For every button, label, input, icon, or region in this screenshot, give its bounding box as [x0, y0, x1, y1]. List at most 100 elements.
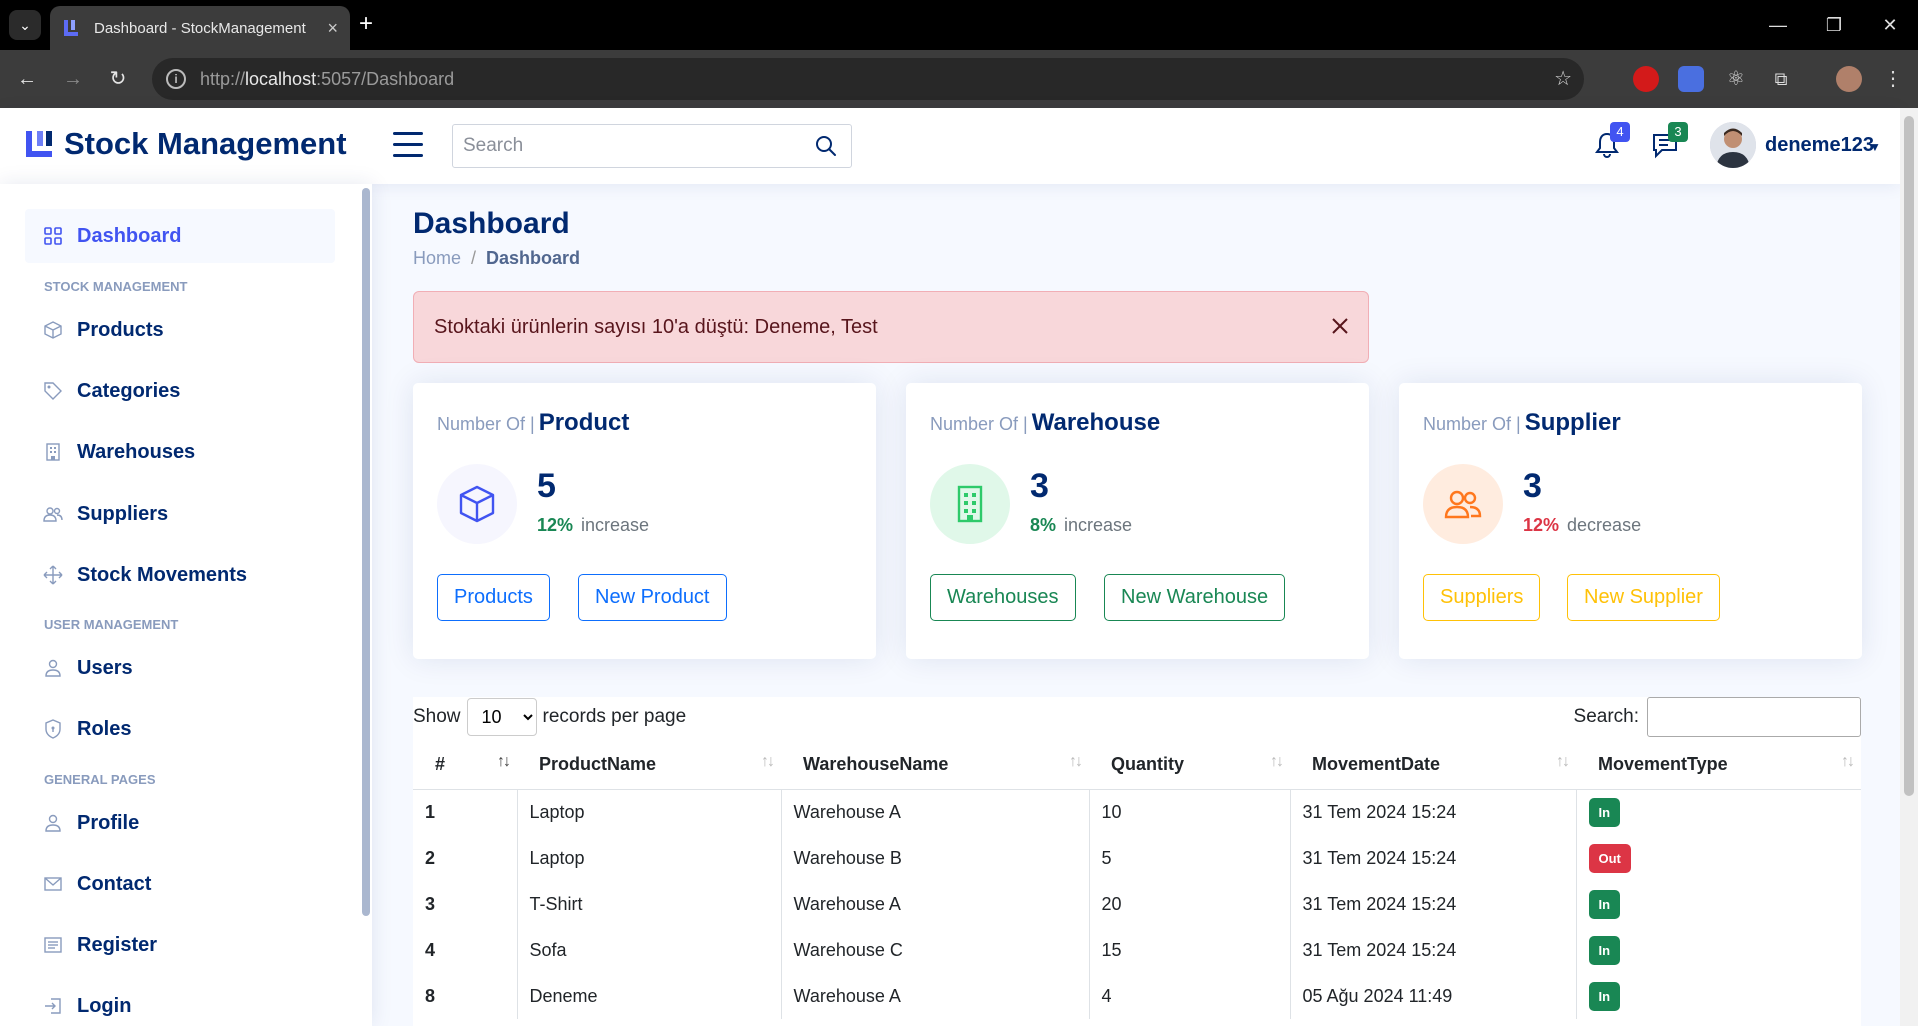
sort-arrows-icon[interactable]: ↑↓: [497, 753, 511, 771]
search-input[interactable]: [453, 125, 851, 167]
close-window-icon[interactable]: ✕: [1870, 10, 1910, 40]
box-icon: [44, 321, 62, 339]
extension-red-icon[interactable]: [1633, 66, 1659, 92]
sort-arrows-icon[interactable]: ↑↓: [761, 753, 775, 771]
tab-search-button[interactable]: ⌄: [9, 10, 41, 40]
column-header[interactable]: # ↑↓: [413, 741, 517, 790]
shield-icon: [45, 719, 61, 739]
forward-arrow-icon[interactable]: →: [58, 64, 88, 94]
sidebar-item-roles[interactable]: Roles: [25, 702, 335, 756]
table-cell: 2: [425, 847, 436, 868]
page-scrollbar-thumb[interactable]: [1904, 116, 1914, 796]
extensions-puzzle-icon[interactable]: ⧉: [1768, 66, 1794, 92]
notifications-bell-icon[interactable]: 4: [1592, 122, 1630, 160]
sidebar-scrollbar[interactable]: [362, 188, 370, 916]
card-title: Number Of | Product: [437, 409, 630, 436]
card-value: 3: [1030, 467, 1049, 505]
page-size-select[interactable]: 10: [466, 698, 537, 736]
address-bar[interactable]: i http://localhost:5057/Dashboard ☆: [152, 58, 1584, 100]
products-button[interactable]: Products: [437, 574, 550, 621]
browser-toolbar: ← → ↻ i http://localhost:5057/Dashboard …: [0, 50, 1918, 108]
column-header[interactable]: ProductName ↑↓: [517, 741, 781, 790]
user-dropdown-caret-icon[interactable]: ▼: [1869, 140, 1881, 154]
avatar[interactable]: [1710, 122, 1756, 168]
sidebar-item-register[interactable]: Register: [25, 918, 335, 972]
person-icon: [45, 659, 61, 677]
new-supplier-button[interactable]: New Supplier: [1567, 574, 1720, 621]
movement-type-badge: Out: [1588, 843, 1631, 873]
translate-extension-icon[interactable]: [1678, 66, 1704, 92]
table-cell: Deneme: [516, 973, 781, 1019]
show-label: Show: [413, 706, 461, 727]
table-cell: 1: [425, 801, 436, 822]
breadcrumb-home[interactable]: Home: [413, 248, 461, 269]
browser-tab-dashboard[interactable]: Dashboard - StockManagement ×: [50, 6, 350, 50]
suppliers-button[interactable]: Suppliers: [1423, 574, 1541, 621]
grid-icon: [44, 227, 62, 245]
bookmark-star-icon[interactable]: ☆: [1554, 66, 1572, 91]
sort-arrows-icon[interactable]: ↑↓: [1069, 753, 1083, 771]
user-name[interactable]: deneme123: [1765, 134, 1874, 157]
app-favicon-icon: [64, 20, 78, 36]
column-header[interactable]: MovementType ↑↓: [1576, 741, 1861, 790]
close-icon[interactable]: [1330, 316, 1350, 336]
alert-message: Stoktaki ürünlerin sayısı 10'a düştü: De…: [434, 315, 878, 338]
back-arrow-icon[interactable]: ←: [12, 64, 42, 94]
sidebar-heading-stock: STOCK MANAGEMENT: [44, 279, 188, 294]
sidebar-item-contact[interactable]: Contact: [25, 857, 335, 911]
building-icon: [46, 443, 60, 461]
table-cell: 3: [425, 893, 436, 914]
sidebar-item-label: Suppliers: [77, 502, 169, 525]
sidebar-toggle-icon[interactable]: [393, 132, 423, 158]
sidebar-item-profile[interactable]: Profile: [25, 796, 335, 850]
table-search-input[interactable]: [1647, 697, 1861, 737]
sidebar-heading-general: GENERAL PAGES: [44, 772, 156, 787]
table-cell: Laptop: [516, 835, 781, 881]
site-info-icon[interactable]: i: [166, 69, 186, 89]
sidebar-item-dashboard[interactable]: Dashboard: [25, 209, 335, 263]
sidebar-item-stock-movements[interactable]: Stock Movements: [25, 548, 335, 602]
supplier-count-card: Number Of | Supplier 3 12% decrease Suppli…: [1399, 383, 1862, 659]
table-search-label: Search:: [1573, 706, 1639, 727]
brand-logo[interactable]: Stock Management: [24, 126, 347, 162]
sort-arrows-icon[interactable]: ↑↓: [1841, 753, 1855, 771]
sidebar-item-categories[interactable]: Categories: [25, 364, 335, 418]
sort-arrows-icon[interactable]: ↑↓: [1556, 753, 1570, 771]
restore-icon[interactable]: ❐: [1814, 10, 1854, 40]
new-warehouse-button[interactable]: New Warehouse: [1104, 574, 1286, 621]
messages-chat-icon[interactable]: 3: [1650, 122, 1688, 160]
browser-profile-icon[interactable]: [1836, 66, 1862, 92]
column-header[interactable]: MovementDate ↑↓: [1290, 741, 1576, 790]
movement-type-badge: In: [1588, 889, 1621, 919]
card-title: Number Of | Supplier: [1423, 409, 1621, 436]
reload-icon[interactable]: ↻: [103, 64, 133, 94]
sidebar-item-warehouses[interactable]: Warehouses: [25, 425, 335, 479]
sidebar-item-suppliers[interactable]: Suppliers: [25, 487, 335, 541]
envelope-icon: [44, 877, 62, 891]
sidebar-item-users[interactable]: Users: [25, 641, 335, 695]
table-cell: Warehouse A: [780, 973, 1089, 1019]
column-header-label: ProductName: [539, 754, 657, 775]
page-scrollbar[interactable]: [1900, 108, 1918, 1026]
sidebar-item-products[interactable]: Products: [25, 303, 335, 357]
table-cell: T-Shirt: [516, 881, 781, 927]
column-header[interactable]: WarehouseName ↑↓: [781, 741, 1089, 790]
records-label: records per page: [542, 706, 687, 727]
sort-arrows-icon[interactable]: ↑↓: [1270, 753, 1284, 771]
table-row: 4 Sofa Warehouse C 15 31 Tem 2024 15:24 In: [413, 927, 1861, 973]
sidebar-item-label: Stock Movements: [77, 563, 248, 586]
browser-tabbar: ⌄ Dashboard - StockManagement × + — ❐ ✕: [0, 0, 1918, 50]
new-product-button[interactable]: New Product: [578, 574, 727, 621]
browser-menu-icon[interactable]: ⋮: [1880, 66, 1906, 92]
column-header[interactable]: Quantity ↑↓: [1089, 741, 1290, 790]
table-row: 1 Laptop Warehouse A 10 31 Tem 2024 15:24 In: [413, 789, 1861, 835]
react-extension-icon[interactable]: ⚛: [1723, 66, 1749, 92]
sidebar-item-login[interactable]: Login: [25, 979, 335, 1026]
close-tab-icon[interactable]: ×: [327, 18, 338, 39]
sidebar-item-label: Profile: [77, 811, 140, 834]
table-row: 8 Deneme Warehouse A 4 05 Ağu 2024 11:49 In: [413, 973, 1861, 1019]
minimize-icon[interactable]: —: [1758, 10, 1798, 40]
search-icon[interactable]: [815, 135, 837, 157]
new-tab-button[interactable]: +: [352, 11, 380, 39]
warehouses-button[interactable]: Warehouses: [930, 574, 1076, 621]
